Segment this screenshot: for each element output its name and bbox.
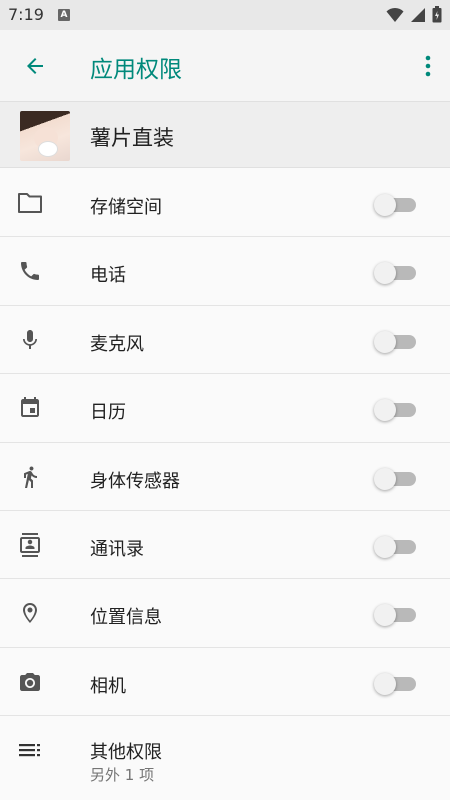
permission-row-body-sensors[interactable]: 身体传感器 — [0, 442, 450, 511]
other-permissions-label: 其他权限 — [90, 742, 162, 764]
permission-row-storage[interactable]: 存储空间 — [0, 169, 450, 238]
permission-label: 日历 — [90, 402, 126, 424]
wifi-icon — [386, 7, 404, 22]
permission-row-microphone[interactable]: 麦克风 — [0, 305, 450, 375]
notification-icon: A — [58, 9, 70, 21]
permission-row-calendar[interactable]: 日历 — [0, 374, 450, 443]
calendar-icon — [16, 394, 44, 422]
more-options-button[interactable] — [420, 52, 436, 80]
permission-list: 存储空间 电话 麦克风 日历 身体传感器 通讯录 位置信息 相机 其他权限 另外… — [0, 169, 450, 785]
microphone-icon — [16, 326, 44, 354]
permission-row-camera[interactable]: 相机 — [0, 647, 450, 717]
permission-toggle[interactable] — [374, 398, 418, 422]
permission-toggle[interactable] — [374, 261, 418, 285]
permission-toggle[interactable] — [374, 193, 418, 216]
signal-icon — [411, 7, 425, 22]
contacts-icon — [16, 531, 44, 559]
permission-label: 麦克风 — [90, 333, 144, 355]
permission-label: 通讯录 — [90, 538, 144, 560]
permission-row-phone[interactable]: 电话 — [0, 237, 450, 306]
arrow-back-icon — [27, 58, 43, 74]
permission-label: 存储空间 — [90, 197, 162, 218]
location-icon — [16, 599, 44, 627]
app-bar: 应用权限 — [0, 30, 450, 102]
permission-row-contacts[interactable]: 通讯录 — [0, 510, 450, 580]
body-sensor-icon — [16, 463, 44, 491]
permission-toggle[interactable] — [374, 467, 418, 490]
permission-label: 相机 — [90, 675, 126, 697]
permission-toggle[interactable] — [374, 672, 418, 695]
permission-toggle[interactable] — [374, 603, 418, 627]
list-icon — [16, 736, 44, 764]
app-name: 薯片直装 — [90, 126, 174, 150]
permission-label: 身体传感器 — [90, 470, 180, 492]
permission-label: 电话 — [90, 265, 126, 287]
permission-toggle[interactable] — [374, 535, 418, 558]
other-permissions-row[interactable]: 其他权限 另外 1 项 — [0, 716, 450, 785]
system-icons — [386, 6, 442, 23]
other-permissions-count: 另外 1 项 — [90, 766, 155, 785]
app-avatar — [20, 111, 70, 161]
permission-toggle[interactable] — [374, 330, 418, 353]
battery-icon — [432, 6, 442, 23]
status-time: 7:19 — [8, 5, 44, 24]
app-header: 薯片直装 — [0, 102, 450, 168]
page-title: 应用权限 — [90, 57, 182, 83]
more-vert-icon — [425, 55, 431, 77]
phone-icon — [16, 257, 44, 285]
folder-icon — [16, 189, 44, 217]
back-button[interactable] — [20, 52, 50, 80]
status-bar: 7:19 A — [0, 0, 450, 30]
camera-icon — [16, 668, 44, 696]
permission-label: 位置信息 — [90, 607, 162, 629]
permission-row-location[interactable]: 位置信息 — [0, 579, 450, 648]
